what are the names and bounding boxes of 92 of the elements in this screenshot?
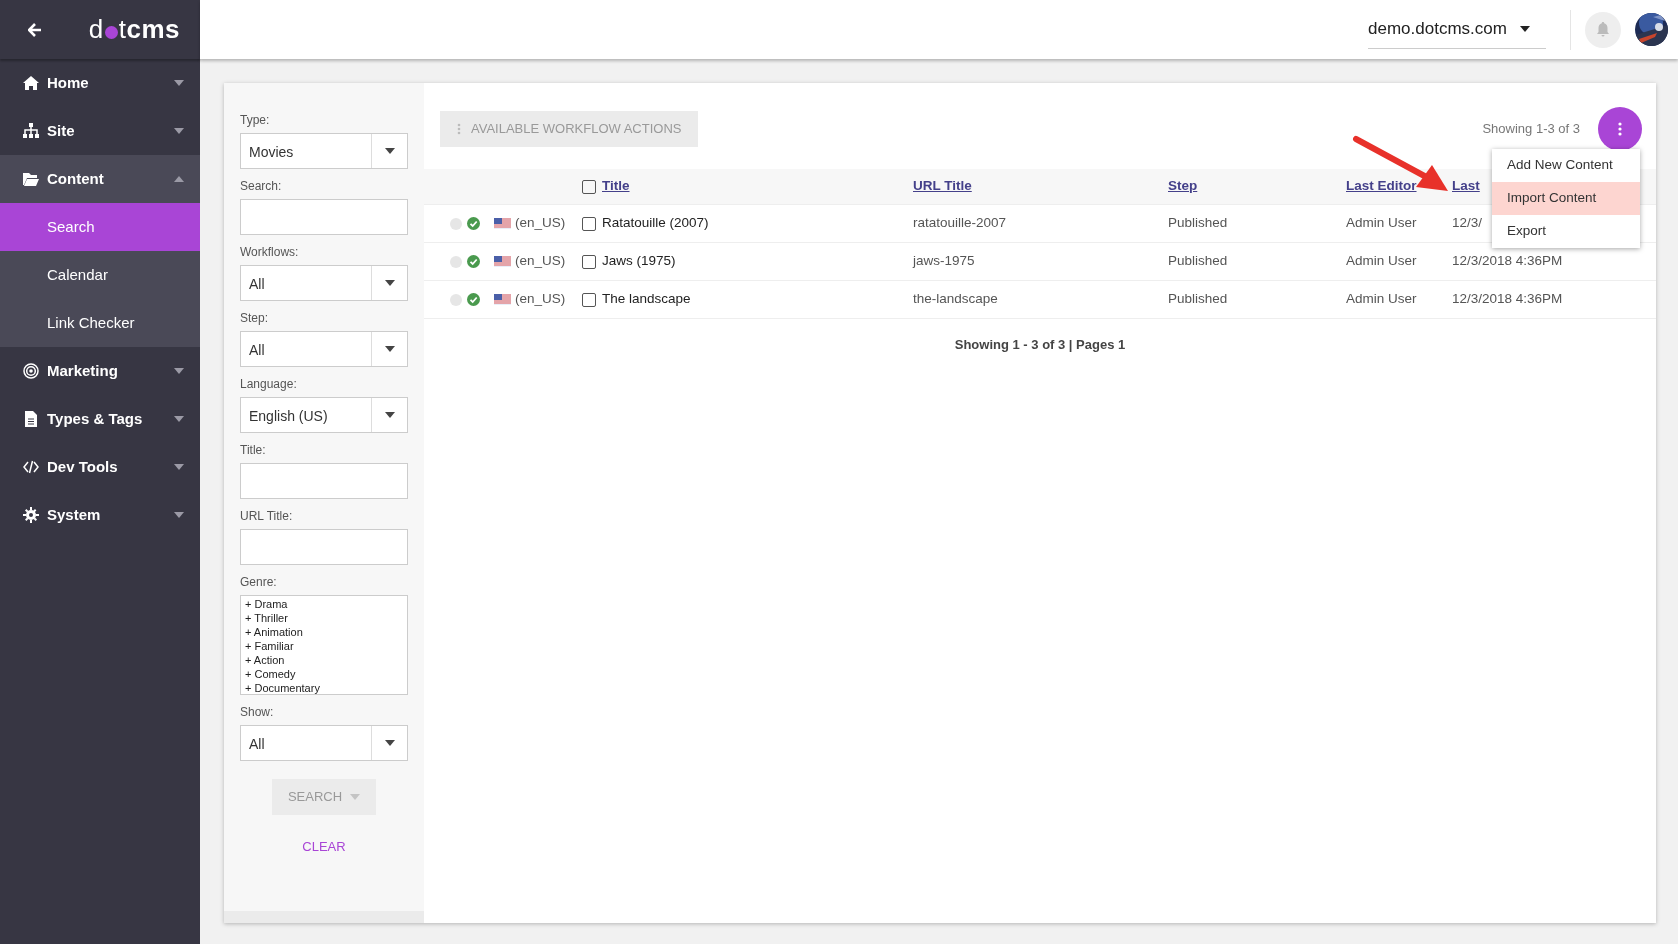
sidebar-subitem[interactable]: Link Checker [0,299,200,347]
list-option[interactable]: + Thriller [245,611,403,625]
column-header[interactable]: Last Editor [1346,176,1417,197]
table-cell-text: 12/3/ [1452,214,1483,233]
list-option[interactable]: + Familiar [245,639,403,653]
sidebar-item[interactable]: Site [0,107,200,155]
list-option[interactable]: + Action [245,653,403,667]
select-field[interactable]: Movies [240,133,408,169]
row-checkbox[interactable] [582,254,596,269]
table-cell-text: Published [1168,290,1228,309]
menu-item[interactable]: Export [1492,215,1640,248]
sidebar-item[interactable]: Dev Tools [0,443,200,491]
field-label: Workflows: [240,244,300,261]
home-icon [23,75,39,91]
field-label: Step: [240,310,270,327]
flag-icon [494,218,511,229]
table-cell-text: jaws-1975 [913,252,975,271]
more-actions-button[interactable] [1598,107,1642,151]
input-field[interactable] [240,463,408,499]
column-header[interactable]: URL Title [913,176,972,197]
row-checkbox[interactable] [582,216,596,231]
sidebar-subitem[interactable]: Calendar [0,251,200,299]
site-selector[interactable]: demo.dotcms.com [1368,10,1546,49]
table-cell-text: Admin User [1346,214,1417,233]
table-cell-text: Admin User [1346,290,1417,309]
sidebar-item[interactable]: Marketing [0,347,200,395]
sitemap-icon [23,123,39,139]
flag-icon [494,256,511,267]
title-cell-text: Jaws (1975) [602,252,676,271]
language-code: (en_US) [515,214,566,233]
select-all-checkbox[interactable] [582,179,596,194]
field-label: Type: [240,112,271,129]
caret-icon [384,280,395,286]
field-label: Show: [240,704,275,721]
field-label: Title: [240,442,267,459]
table-cell-text: Published [1168,214,1228,233]
showing-count: Showing 1-3 of 3 [1482,120,1580,139]
table-cell-text: the-landscape [913,290,998,309]
more-vertical-icon [1618,122,1622,136]
input-field[interactable] [240,199,408,235]
menu-item[interactable]: Add New Content [1492,149,1640,182]
title-cell-text: The landscape [602,290,691,309]
row-checkbox[interactable] [582,292,596,307]
column-header[interactable]: Title [602,176,630,197]
back-arrow-icon[interactable] [28,22,42,37]
column-header[interactable]: Step [1168,176,1198,197]
settings-icon [23,507,39,523]
table-cell-text: 12/3/2018 4:36PM [1452,290,1563,309]
flag-icon [494,294,511,305]
menu-item[interactable]: Import Content [1492,182,1640,215]
language-code: (en_US) [515,290,566,309]
column-header[interactable]: Last [1452,176,1480,197]
sidebar-item[interactable]: Home [0,59,200,107]
caret-icon [350,794,361,800]
table-cell-text: Published [1168,252,1228,271]
logo: d tcms [88,13,180,46]
caret-icon [384,148,395,154]
target-icon [23,363,39,379]
title-cell-text: Ratatouille (2007) [602,214,709,233]
input-field[interactable] [240,529,408,565]
table-cell-text: Admin User [1346,252,1417,271]
list-option[interactable]: + Documentary [245,681,403,695]
pagination-text: Showing 1 - 3 of 3 | Pages 1 [953,336,1127,354]
select-field[interactable]: All [240,725,408,761]
caret-icon [384,346,395,352]
sidebar-item[interactable]: System [0,491,200,539]
select-field[interactable]: English (US) [240,397,408,433]
code-icon [23,459,39,475]
field-label: Language: [240,376,298,393]
language-code: (en_US) [515,252,566,271]
folder-icon [23,171,39,187]
sidebar-subitem[interactable]: Search [0,203,200,251]
document-icon [23,411,39,427]
list-option[interactable]: + Animation [245,625,403,639]
sidebar-item[interactable]: Content [0,155,200,203]
caret-icon [384,740,395,746]
list-option[interactable]: + Comedy [245,667,403,681]
clear-link[interactable]: CLEAR [302,837,346,857]
caret-icon [1520,26,1530,32]
field-label: Genre: [240,574,278,591]
select-field[interactable]: All [240,265,408,301]
caret-icon [384,412,395,418]
genre-list[interactable]: + Drama + Thriller + Animation + Familiar + Action + Comedy + Documentary [240,595,408,695]
table-cell-text: 12/3/2018 4:36PM [1452,252,1563,271]
select-field[interactable]: All [240,331,408,367]
field-label: URL Title: [240,508,294,525]
table-cell-text: ratatouille-2007 [913,214,1007,233]
bell-icon [1596,22,1610,37]
list-option[interactable]: + Drama [245,597,403,611]
field-label: Search: [240,178,283,195]
sidebar-item[interactable]: Types & Tags [0,395,200,443]
more-vertical-icon [457,123,461,135]
